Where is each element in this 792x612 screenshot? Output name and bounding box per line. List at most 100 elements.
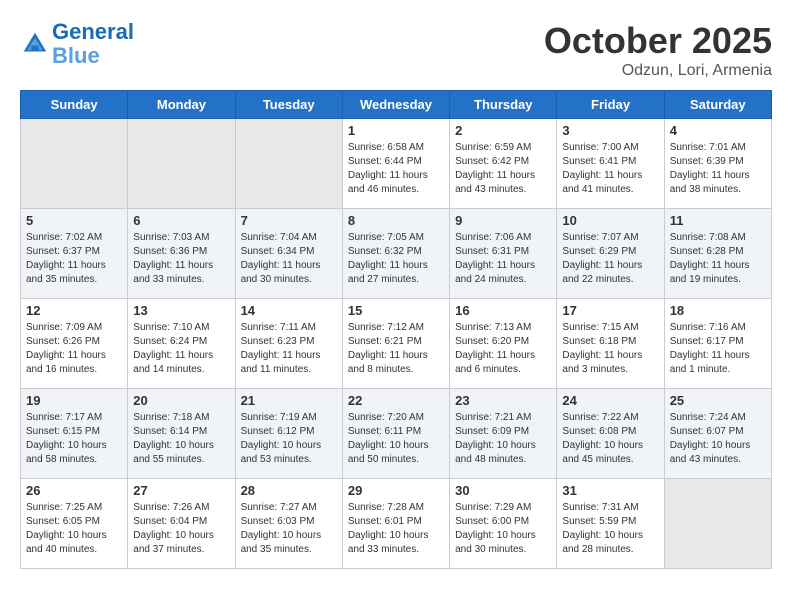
day-info: Sunrise: 7:02 AMSunset: 6:37 PMDaylight:… xyxy=(26,231,122,287)
day-number: 2 xyxy=(455,123,551,138)
day-info: Sunrise: 7:04 AMSunset: 6:34 PMDaylight:… xyxy=(241,231,337,287)
page-header: General Blue October 2025 Odzun, Lori, A… xyxy=(20,20,772,80)
day-info: Sunrise: 7:08 AMSunset: 6:28 PMDaylight:… xyxy=(670,231,766,287)
day-number: 23 xyxy=(455,393,551,408)
day-info: Sunrise: 7:17 AMSunset: 6:15 PMDaylight:… xyxy=(26,411,122,467)
day-info: Sunrise: 7:07 AMSunset: 6:29 PMDaylight:… xyxy=(562,231,658,287)
weekday-header-friday: Friday xyxy=(557,91,664,119)
day-number: 4 xyxy=(670,123,766,138)
calendar-cell: 26 Sunrise: 7:25 AMSunset: 6:05 PMDaylig… xyxy=(21,479,128,569)
weekday-header-thursday: Thursday xyxy=(450,91,557,119)
day-number: 15 xyxy=(348,303,444,318)
day-number: 7 xyxy=(241,213,337,228)
calendar-week-2: 5 Sunrise: 7:02 AMSunset: 6:37 PMDayligh… xyxy=(21,209,772,299)
calendar-week-5: 26 Sunrise: 7:25 AMSunset: 6:05 PMDaylig… xyxy=(21,479,772,569)
weekday-header-monday: Monday xyxy=(128,91,235,119)
day-info: Sunrise: 7:13 AMSunset: 6:20 PMDaylight:… xyxy=(455,321,551,377)
day-number: 6 xyxy=(133,213,229,228)
day-number: 30 xyxy=(455,483,551,498)
day-number: 27 xyxy=(133,483,229,498)
weekday-header-saturday: Saturday xyxy=(664,91,771,119)
calendar-cell: 16 Sunrise: 7:13 AMSunset: 6:20 PMDaylig… xyxy=(450,299,557,389)
calendar-cell: 4 Sunrise: 7:01 AMSunset: 6:39 PMDayligh… xyxy=(664,119,771,209)
day-number: 25 xyxy=(670,393,766,408)
day-info: Sunrise: 7:11 AMSunset: 6:23 PMDaylight:… xyxy=(241,321,337,377)
calendar-cell: 7 Sunrise: 7:04 AMSunset: 6:34 PMDayligh… xyxy=(235,209,342,299)
calendar-cell: 10 Sunrise: 7:07 AMSunset: 6:29 PMDaylig… xyxy=(557,209,664,299)
logo-line2: Blue xyxy=(52,43,100,68)
day-number: 19 xyxy=(26,393,122,408)
day-number: 9 xyxy=(455,213,551,228)
calendar-cell: 17 Sunrise: 7:15 AMSunset: 6:18 PMDaylig… xyxy=(557,299,664,389)
day-info: Sunrise: 7:21 AMSunset: 6:09 PMDaylight:… xyxy=(455,411,551,467)
day-info: Sunrise: 7:06 AMSunset: 6:31 PMDaylight:… xyxy=(455,231,551,287)
day-number: 24 xyxy=(562,393,658,408)
day-number: 22 xyxy=(348,393,444,408)
calendar-cell: 28 Sunrise: 7:27 AMSunset: 6:03 PMDaylig… xyxy=(235,479,342,569)
calendar-cell: 12 Sunrise: 7:09 AMSunset: 6:26 PMDaylig… xyxy=(21,299,128,389)
calendar-week-1: 1 Sunrise: 6:58 AMSunset: 6:44 PMDayligh… xyxy=(21,119,772,209)
calendar-cell: 29 Sunrise: 7:28 AMSunset: 6:01 PMDaylig… xyxy=(342,479,449,569)
calendar-cell: 9 Sunrise: 7:06 AMSunset: 6:31 PMDayligh… xyxy=(450,209,557,299)
day-info: Sunrise: 7:05 AMSunset: 6:32 PMDaylight:… xyxy=(348,231,444,287)
day-info: Sunrise: 7:19 AMSunset: 6:12 PMDaylight:… xyxy=(241,411,337,467)
day-info: Sunrise: 7:31 AMSunset: 5:59 PMDaylight:… xyxy=(562,501,658,557)
calendar-header: SundayMondayTuesdayWednesdayThursdayFrid… xyxy=(21,91,772,119)
calendar-cell: 27 Sunrise: 7:26 AMSunset: 6:04 PMDaylig… xyxy=(128,479,235,569)
weekday-header-sunday: Sunday xyxy=(21,91,128,119)
calendar-cell: 1 Sunrise: 6:58 AMSunset: 6:44 PMDayligh… xyxy=(342,119,449,209)
calendar-body: 1 Sunrise: 6:58 AMSunset: 6:44 PMDayligh… xyxy=(21,119,772,569)
calendar-cell xyxy=(664,479,771,569)
day-info: Sunrise: 6:59 AMSunset: 6:42 PMDaylight:… xyxy=(455,141,551,197)
day-number: 31 xyxy=(562,483,658,498)
calendar-cell: 23 Sunrise: 7:21 AMSunset: 6:09 PMDaylig… xyxy=(450,389,557,479)
calendar-cell xyxy=(235,119,342,209)
calendar-cell: 6 Sunrise: 7:03 AMSunset: 6:36 PMDayligh… xyxy=(128,209,235,299)
calendar-cell: 30 Sunrise: 7:29 AMSunset: 6:00 PMDaylig… xyxy=(450,479,557,569)
weekday-header-row: SundayMondayTuesdayWednesdayThursdayFrid… xyxy=(21,91,772,119)
logo-line1: General xyxy=(52,19,134,44)
calendar-cell: 14 Sunrise: 7:11 AMSunset: 6:23 PMDaylig… xyxy=(235,299,342,389)
day-info: Sunrise: 7:28 AMSunset: 6:01 PMDaylight:… xyxy=(348,501,444,557)
calendar-cell: 2 Sunrise: 6:59 AMSunset: 6:42 PMDayligh… xyxy=(450,119,557,209)
day-number: 8 xyxy=(348,213,444,228)
day-number: 17 xyxy=(562,303,658,318)
calendar-cell xyxy=(21,119,128,209)
day-number: 20 xyxy=(133,393,229,408)
calendar-week-3: 12 Sunrise: 7:09 AMSunset: 6:26 PMDaylig… xyxy=(21,299,772,389)
logo-icon xyxy=(20,29,50,59)
day-number: 1 xyxy=(348,123,444,138)
month-title: October 2025 xyxy=(544,20,772,62)
calendar-cell: 24 Sunrise: 7:22 AMSunset: 6:08 PMDaylig… xyxy=(557,389,664,479)
day-number: 3 xyxy=(562,123,658,138)
calendar-cell: 15 Sunrise: 7:12 AMSunset: 6:21 PMDaylig… xyxy=(342,299,449,389)
calendar-cell: 21 Sunrise: 7:19 AMSunset: 6:12 PMDaylig… xyxy=(235,389,342,479)
calendar-cell: 5 Sunrise: 7:02 AMSunset: 6:37 PMDayligh… xyxy=(21,209,128,299)
day-number: 29 xyxy=(348,483,444,498)
day-info: Sunrise: 7:15 AMSunset: 6:18 PMDaylight:… xyxy=(562,321,658,377)
day-info: Sunrise: 7:20 AMSunset: 6:11 PMDaylight:… xyxy=(348,411,444,467)
weekday-header-wednesday: Wednesday xyxy=(342,91,449,119)
day-number: 12 xyxy=(26,303,122,318)
day-number: 18 xyxy=(670,303,766,318)
day-number: 14 xyxy=(241,303,337,318)
day-number: 28 xyxy=(241,483,337,498)
day-info: Sunrise: 7:26 AMSunset: 6:04 PMDaylight:… xyxy=(133,501,229,557)
calendar-cell: 8 Sunrise: 7:05 AMSunset: 6:32 PMDayligh… xyxy=(342,209,449,299)
calendar-cell: 25 Sunrise: 7:24 AMSunset: 6:07 PMDaylig… xyxy=(664,389,771,479)
day-info: Sunrise: 7:09 AMSunset: 6:26 PMDaylight:… xyxy=(26,321,122,377)
calendar-cell: 3 Sunrise: 7:00 AMSunset: 6:41 PMDayligh… xyxy=(557,119,664,209)
day-number: 5 xyxy=(26,213,122,228)
calendar-cell: 13 Sunrise: 7:10 AMSunset: 6:24 PMDaylig… xyxy=(128,299,235,389)
logo-text: General Blue xyxy=(52,20,134,68)
day-info: Sunrise: 7:25 AMSunset: 6:05 PMDaylight:… xyxy=(26,501,122,557)
day-info: Sunrise: 7:03 AMSunset: 6:36 PMDaylight:… xyxy=(133,231,229,287)
calendar-week-4: 19 Sunrise: 7:17 AMSunset: 6:15 PMDaylig… xyxy=(21,389,772,479)
calendar-cell: 22 Sunrise: 7:20 AMSunset: 6:11 PMDaylig… xyxy=(342,389,449,479)
day-number: 13 xyxy=(133,303,229,318)
day-info: Sunrise: 7:10 AMSunset: 6:24 PMDaylight:… xyxy=(133,321,229,377)
day-info: Sunrise: 7:00 AMSunset: 6:41 PMDaylight:… xyxy=(562,141,658,197)
day-info: Sunrise: 7:22 AMSunset: 6:08 PMDaylight:… xyxy=(562,411,658,467)
day-number: 16 xyxy=(455,303,551,318)
day-info: Sunrise: 7:12 AMSunset: 6:21 PMDaylight:… xyxy=(348,321,444,377)
